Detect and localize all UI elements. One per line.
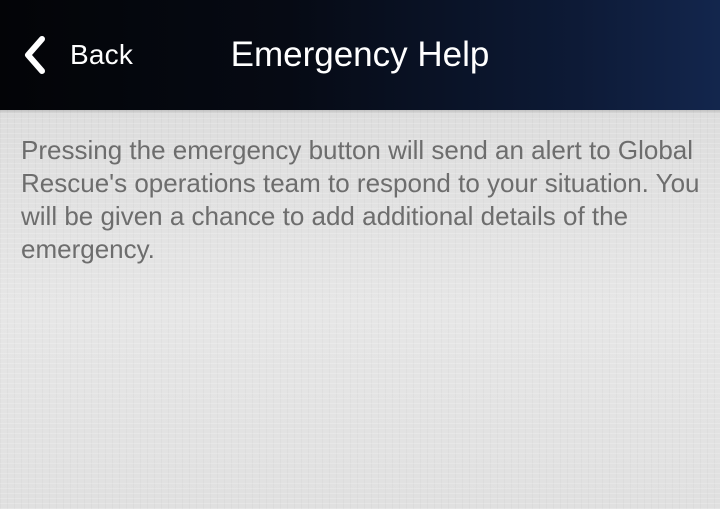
- page-title: Emergency Help: [230, 35, 490, 74]
- emergency-description: Pressing the emergency button will send …: [21, 135, 700, 264]
- header-bar: Back Emergency Help: [0, 0, 720, 110]
- content-area: Pressing the emergency button will send …: [0, 110, 720, 509]
- header-shadow: [0, 110, 720, 114]
